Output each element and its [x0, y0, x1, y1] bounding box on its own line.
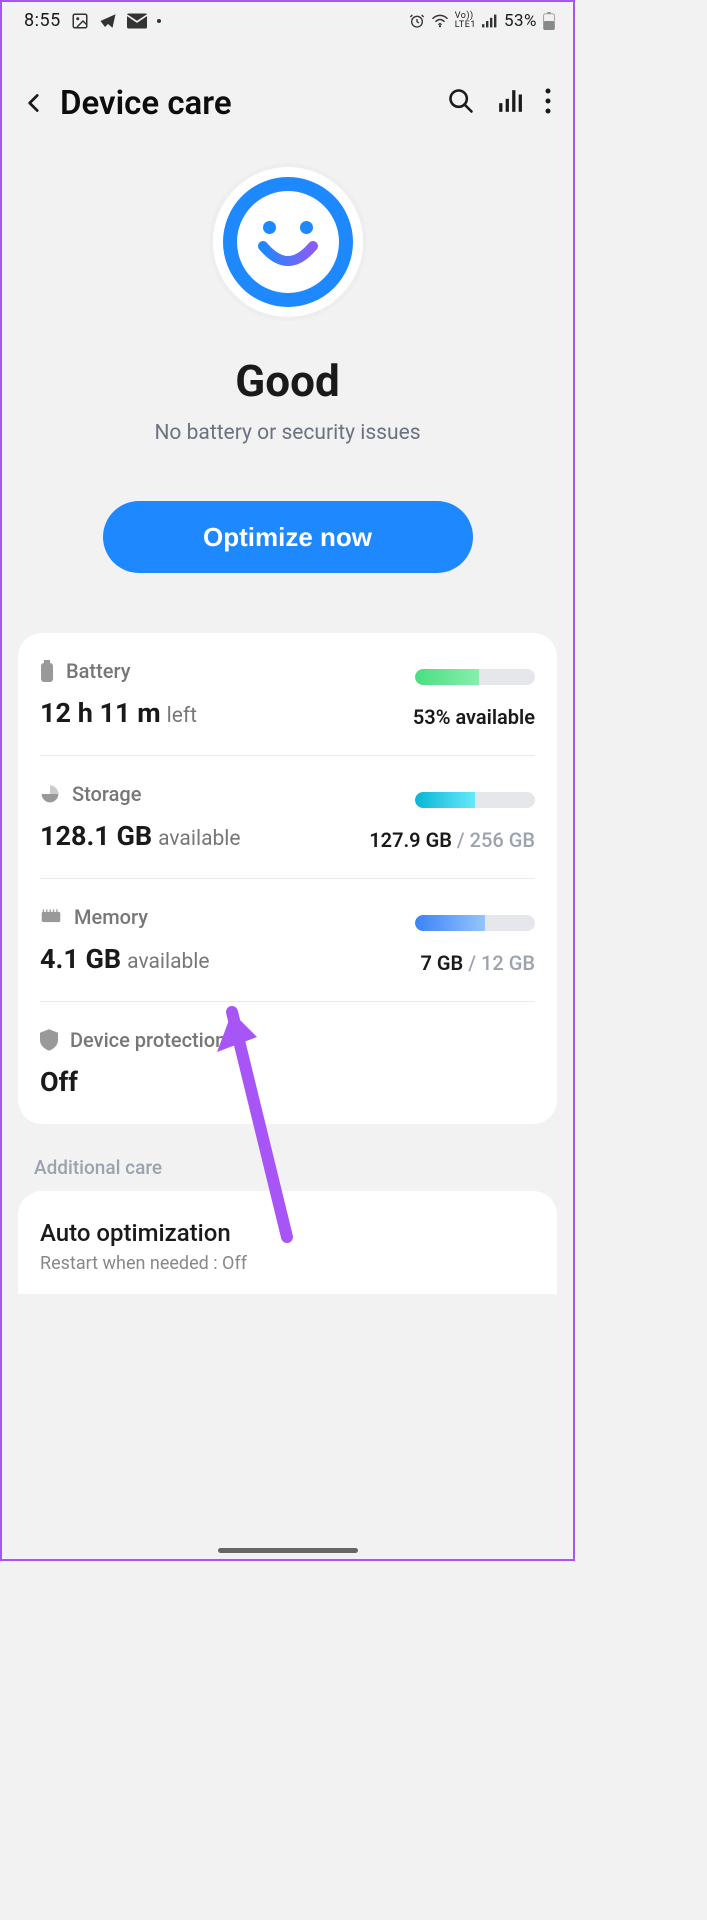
- status-left: 8:55: [24, 10, 161, 31]
- home-indicator[interactable]: [218, 1548, 358, 1553]
- more-vert-icon: [545, 88, 551, 114]
- memory-stat: 7 GB / 12 GB: [421, 951, 535, 975]
- protection-label: Device protection: [70, 1028, 226, 1052]
- signal-icon: [482, 14, 498, 28]
- alarm-icon: [409, 13, 425, 29]
- page-title: Device care: [60, 84, 447, 123]
- battery-label: Battery: [66, 659, 130, 683]
- battery-percent: 53%: [504, 11, 537, 31]
- storage-suffix: available: [158, 827, 240, 851]
- status-label: Good: [235, 355, 339, 407]
- more-notifications-dot: [157, 19, 161, 23]
- battery-row[interactable]: Battery 12 h 11 m left 53% available: [40, 633, 535, 756]
- header-actions: [447, 87, 561, 119]
- battery-value: 12 h 11 m: [40, 697, 161, 729]
- storage-row[interactable]: Storage 128.1 GB available 127.9 GB / 25…: [40, 756, 535, 879]
- shield-icon: [40, 1029, 58, 1051]
- battery-icon: [40, 660, 54, 682]
- protection-row[interactable]: Device protection Off: [40, 1002, 535, 1124]
- memory-icon: [40, 909, 62, 925]
- protection-value: Off: [40, 1066, 78, 1098]
- memory-value: 4.1 GB: [40, 943, 121, 975]
- additional-care-header: Additional care: [34, 1156, 573, 1179]
- storage-value: 128.1 GB: [40, 820, 152, 852]
- memory-row[interactable]: Memory 4.1 GB available 7 GB / 12 GB: [40, 879, 535, 1002]
- memory-label: Memory: [74, 905, 148, 929]
- battery-suffix: left: [167, 704, 197, 728]
- storage-icon: [40, 784, 60, 804]
- chart-button[interactable]: [497, 88, 523, 118]
- battery-stat: 53% available: [413, 705, 535, 729]
- bar-chart-icon: [497, 88, 523, 114]
- optimize-button[interactable]: Optimize now: [103, 501, 473, 573]
- auto-optimization-row[interactable]: Auto optimization Restart when needed : …: [18, 1191, 557, 1294]
- search-icon: [447, 87, 475, 115]
- storage-label: Storage: [72, 782, 141, 806]
- memory-bar: [415, 915, 535, 931]
- back-button[interactable]: [14, 83, 54, 123]
- more-button[interactable]: [545, 88, 551, 118]
- auto-opt-title: Auto optimization: [40, 1219, 535, 1247]
- status-subtitle: No battery or security issues: [154, 421, 420, 445]
- clock: 8:55: [24, 10, 61, 31]
- search-button[interactable]: [447, 87, 475, 119]
- storage-bar: [415, 792, 535, 808]
- image-icon: [71, 12, 89, 30]
- auto-opt-sub: Restart when needed : Off: [40, 1253, 535, 1274]
- memory-suffix: available: [127, 950, 209, 974]
- chevron-left-icon: [21, 90, 47, 116]
- status-bar: 8:55 Vo))LTE1 53%: [2, 2, 573, 39]
- status-right: Vo))LTE1 53%: [409, 11, 555, 31]
- volte-label: Vo))LTE1: [455, 12, 476, 30]
- telegram-icon: [99, 12, 117, 30]
- device-status-hero: Good No battery or security issues Optim…: [2, 143, 573, 613]
- status-smiley-icon: [213, 167, 363, 317]
- storage-stat: 127.9 GB / 256 GB: [369, 828, 535, 852]
- stats-card: Battery 12 h 11 m left 53% available Sto…: [18, 633, 557, 1124]
- battery-bar: [415, 669, 535, 685]
- app-header: Device care: [2, 39, 573, 143]
- mail-icon: [127, 13, 147, 29]
- battery-icon: [543, 12, 555, 30]
- wifi-icon: [431, 14, 449, 28]
